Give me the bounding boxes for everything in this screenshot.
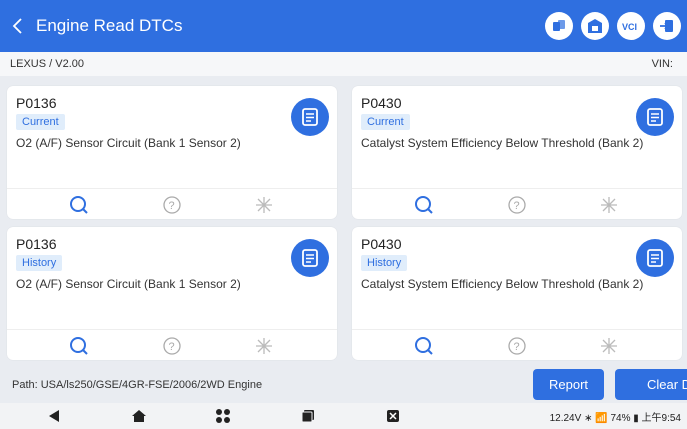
clear-dtc-button[interactable]: Clear D — [615, 369, 687, 400]
system-nav-bar: 12.24V ∗ 📶 74% ▮ 上午9:54 — [0, 403, 687, 429]
report-icon-button[interactable] — [636, 98, 674, 136]
document-icon — [647, 108, 663, 126]
svg-text:?: ? — [169, 200, 175, 212]
freeze-frame-icon[interactable] — [599, 195, 619, 215]
back-nav-icon[interactable] — [46, 408, 62, 424]
freeze-frame-icon[interactable] — [254, 336, 274, 356]
chevron-left-icon — [12, 18, 22, 34]
dtc-card: P0430 Current Catalyst System Efficiency… — [352, 86, 682, 219]
report-icon-button[interactable] — [291, 239, 329, 277]
help-icon[interactable]: ? — [162, 195, 182, 215]
svg-text:VCI: VCI — [622, 22, 637, 32]
title-bar: Engine Read DTCs VCI — [0, 0, 687, 52]
report-button[interactable]: Report — [533, 369, 604, 400]
search-icon[interactable] — [69, 195, 89, 215]
report-icon-button[interactable] — [291, 98, 329, 136]
recent-apps-icon[interactable] — [300, 408, 316, 424]
freeze-frame-icon[interactable] — [599, 336, 619, 356]
svg-text:?: ? — [169, 341, 175, 353]
dtc-code: P0430 — [361, 95, 402, 111]
status-badge: History — [361, 255, 408, 271]
status-badge: Current — [361, 114, 410, 130]
screenshot-icon[interactable] — [385, 408, 401, 424]
dtc-card: P0430 History Catalyst System Efficiency… — [352, 227, 682, 360]
dtc-description: Catalyst System Efficiency Below Thresho… — [361, 277, 644, 291]
help-icon[interactable]: ? — [507, 195, 527, 215]
dtc-code: P0136 — [16, 95, 57, 111]
search-icon[interactable] — [414, 336, 434, 356]
vehicle-path: Path: USA/ls250/GSE/4GR-FSE/2006/2WD Eng… — [12, 379, 263, 391]
search-icon[interactable] — [414, 195, 434, 215]
page-title: Engine Read DTCs — [36, 16, 183, 35]
dtc-card: P0136 Current O2 (A/F) Sensor Circuit (B… — [7, 86, 337, 219]
dtc-description: O2 (A/F) Sensor Circuit (Bank 1 Sensor 2… — [16, 277, 241, 291]
dtc-description: Catalyst System Efficiency Below Thresho… — [361, 136, 644, 150]
help-icon[interactable]: ? — [507, 336, 527, 356]
vehicle-label: LEXUS / V2.00 — [10, 58, 84, 70]
status-bar-info: 12.24V ∗ 📶 74% ▮ 上午9:54 — [549, 413, 681, 424]
apps-icon[interactable] — [215, 408, 231, 424]
path-bar: Path: USA/ls250/GSE/4GR-FSE/2006/2WD Eng… — [0, 367, 687, 403]
dtc-description: O2 (A/F) Sensor Circuit (Bank 1 Sensor 2… — [16, 136, 241, 150]
dtc-code: P0430 — [361, 236, 402, 252]
status-badge: History — [16, 255, 63, 271]
report-icon-button[interactable] — [636, 239, 674, 277]
exit-icon[interactable] — [653, 12, 681, 40]
svg-text:?: ? — [514, 341, 520, 353]
document-icon — [302, 108, 318, 126]
garage-icon[interactable] — [581, 12, 609, 40]
document-icon — [647, 249, 663, 267]
dtc-code: P0136 — [16, 236, 57, 252]
vin-label: VIN: — [651, 58, 673, 70]
home-icon[interactable] — [131, 408, 147, 424]
search-icon[interactable] — [69, 336, 89, 356]
dtc-card: P0136 History O2 (A/F) Sensor Circuit (B… — [7, 227, 337, 360]
share-icon[interactable] — [545, 12, 573, 40]
help-icon[interactable]: ? — [162, 336, 182, 356]
freeze-frame-icon[interactable] — [254, 195, 274, 215]
status-badge: Current — [16, 114, 65, 130]
back-button[interactable] — [0, 0, 36, 52]
vci-icon[interactable]: VCI — [617, 12, 645, 40]
svg-text:?: ? — [514, 200, 520, 212]
document-icon — [302, 249, 318, 267]
vehicle-info-bar: LEXUS / V2.00 VIN: — [0, 52, 687, 76]
